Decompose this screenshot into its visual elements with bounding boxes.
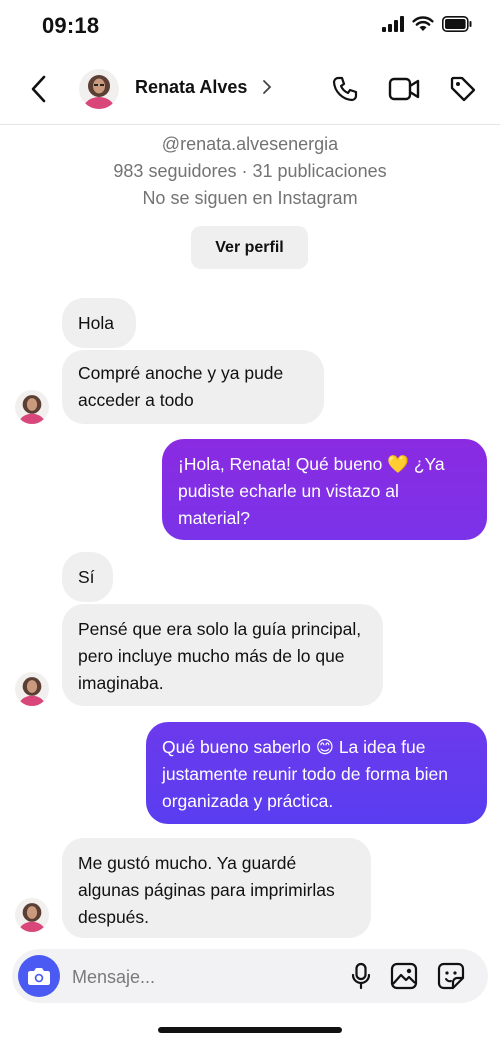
- message-text: Qué bueno saberlo 😊 La idea fue justamen…: [162, 737, 448, 811]
- avatar[interactable]: [79, 69, 119, 109]
- message-text: Compré anoche y ya pude acceder a todo: [78, 363, 284, 410]
- avatar[interactable]: [15, 898, 49, 932]
- message-bubble-sent: ¡Hola, Renata! Qué bueno 💛 ¿Ya pudiste e…: [162, 439, 487, 540]
- profile-summary: @renata.alvesenergia 983 seguidores · 31…: [0, 131, 500, 212]
- message-input[interactable]: [70, 961, 274, 993]
- message-bubble-received: Sí: [62, 552, 113, 602]
- video-camera-icon: [388, 77, 420, 101]
- message-text: ¡Hola, Renata! Qué bueno 💛 ¿Ya pudiste e…: [178, 454, 445, 528]
- home-indicator: [158, 1027, 342, 1033]
- profile-username: @renata.alvesenergia: [161, 134, 339, 154]
- contact-name[interactable]: Renata Alves: [135, 77, 247, 98]
- call-button[interactable]: [329, 73, 361, 105]
- label-button[interactable]: [447, 73, 479, 105]
- profile-stats: 983 seguidores · 31 publicaciones: [113, 161, 387, 181]
- voice-message-button[interactable]: [346, 961, 376, 991]
- microphone-icon: [351, 962, 371, 990]
- chevron-left-icon: [31, 75, 46, 103]
- message-text: Hola: [78, 313, 114, 333]
- status-icons: [382, 16, 472, 32]
- camera-button[interactable]: [18, 955, 60, 997]
- message-bubble-received: Pensé que era solo la guía principal, pe…: [62, 604, 383, 706]
- message-bubble-received: Hola: [62, 298, 136, 348]
- message-composer: [12, 949, 488, 1003]
- video-call-button[interactable]: [388, 73, 420, 105]
- sticker-icon: [437, 962, 465, 990]
- avatar-image: [15, 672, 49, 706]
- sticker-button[interactable]: [436, 961, 466, 991]
- status-time: 09:18: [42, 13, 100, 38]
- profile-relationship: No se siguen en Instagram: [142, 188, 358, 208]
- view-profile-button[interactable]: Ver perfil: [191, 226, 308, 269]
- avatar-image: [15, 898, 49, 932]
- back-button[interactable]: [22, 72, 56, 106]
- chevron-right-icon: [263, 80, 272, 94]
- battery-icon: [442, 16, 472, 32]
- chat-header: Renata Alves: [0, 56, 500, 125]
- image-icon: [390, 962, 418, 990]
- message-bubble-received: Me gustó mucho. Ya guardé algunas página…: [62, 838, 371, 938]
- avatar-image: [79, 69, 119, 109]
- avatar[interactable]: [15, 390, 49, 424]
- signal-icon: [382, 16, 404, 32]
- avatar[interactable]: [15, 672, 49, 706]
- message-text: Sí: [78, 567, 95, 587]
- avatar-image: [15, 390, 49, 424]
- tag-icon: [450, 76, 476, 102]
- message-bubble-sent: Qué bueno saberlo 😊 La idea fue justamen…: [146, 722, 487, 824]
- gallery-button[interactable]: [389, 961, 419, 991]
- wifi-icon: [412, 16, 434, 31]
- status-bar: 09:18: [0, 0, 500, 56]
- message-text: Me gustó mucho. Ya guardé algunas página…: [78, 853, 335, 927]
- message-text: Pensé que era solo la guía principal, pe…: [78, 619, 362, 693]
- phone-icon: [332, 76, 358, 102]
- message-bubble-received: Compré anoche y ya pude acceder a todo: [62, 350, 324, 424]
- camera-icon: [28, 968, 50, 985]
